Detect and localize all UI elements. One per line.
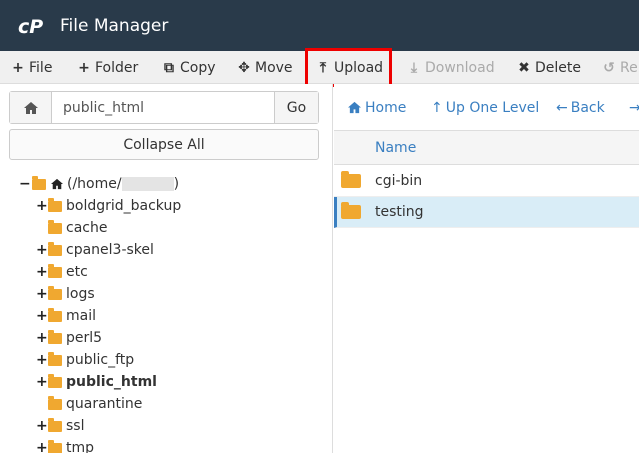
level-up-icon: ↑ bbox=[431, 99, 443, 116]
restore-button[interactable]: ↺ Re bbox=[602, 51, 638, 84]
copy-button[interactable]: ⧉ Copy bbox=[162, 51, 216, 84]
up-one-level-button[interactable]: ↑ Up One Level bbox=[431, 84, 539, 131]
expand-icon[interactable]: + bbox=[36, 286, 48, 302]
tree-root[interactable]: − (/home/ ) bbox=[19, 173, 179, 195]
home-icon bbox=[23, 101, 38, 114]
expand-icon[interactable]: + bbox=[36, 264, 48, 280]
expand-icon[interactable]: + bbox=[36, 374, 48, 390]
collapse-all-button[interactable]: Collapse All bbox=[9, 129, 319, 160]
move-icon: ✥ bbox=[238, 59, 250, 76]
cpanel-logo-icon: cP bbox=[18, 15, 50, 37]
tree-item[interactable]: + public_html bbox=[36, 371, 157, 393]
file-name: testing bbox=[375, 204, 424, 220]
file-name: cgi-bin bbox=[375, 173, 423, 189]
arrow-right-icon: → bbox=[629, 99, 639, 116]
go-button[interactable]: Go bbox=[274, 92, 318, 123]
app-header: cP File Manager bbox=[0, 0, 639, 51]
tree-item-label: logs bbox=[66, 286, 95, 302]
tree-item-label: public_html bbox=[66, 374, 157, 390]
folder-open-icon bbox=[32, 175, 46, 190]
directory-tree-panel: Go Collapse All − (/home/ ) + boldgrid_ba… bbox=[0, 84, 333, 453]
back-button[interactable]: ← Back bbox=[556, 84, 605, 131]
tree-root-label-suffix: ) bbox=[173, 176, 180, 192]
app-title: File Manager bbox=[60, 15, 169, 36]
download-button[interactable]: ⤓ Download bbox=[407, 51, 495, 84]
folder-icon bbox=[48, 329, 62, 344]
svg-text:cP: cP bbox=[18, 16, 43, 36]
close-icon: ✖ bbox=[518, 59, 530, 76]
plus-icon: + bbox=[78, 59, 90, 76]
tree-root-label: (/home/ bbox=[67, 176, 122, 192]
new-folder-button[interactable]: + Folder bbox=[77, 51, 138, 84]
folder-icon bbox=[341, 202, 361, 219]
copy-icon: ⧉ bbox=[164, 59, 174, 76]
folder-icon bbox=[48, 197, 62, 212]
name-column-header[interactable]: Name bbox=[334, 131, 639, 165]
path-input[interactable] bbox=[52, 92, 274, 123]
tree-item-label: etc bbox=[66, 264, 88, 280]
tree-item-label: tmp bbox=[66, 440, 95, 453]
tree-item-label: cache bbox=[66, 220, 108, 236]
folder-icon bbox=[48, 307, 62, 322]
upload-button[interactable]: ⤒ Upload bbox=[305, 48, 392, 87]
toolbar: + File + Folder ⧉ Copy ✥ Move ⤒ Upload ⤓ Downl… bbox=[0, 48, 639, 87]
home-nav-button[interactable]: Home bbox=[347, 84, 406, 131]
folder-icon bbox=[48, 285, 62, 300]
folder-icon bbox=[341, 171, 361, 188]
tree-item[interactable]: cache bbox=[48, 217, 107, 239]
tree-item-label: cpanel3-skel bbox=[66, 242, 154, 258]
delete-button[interactable]: ✖ Delete bbox=[517, 51, 581, 84]
expand-icon[interactable]: + bbox=[36, 418, 48, 434]
move-button[interactable]: ✥ Move bbox=[237, 51, 292, 84]
forward-button[interactable]: → bbox=[629, 84, 639, 131]
file-row[interactable]: testing bbox=[334, 197, 639, 228]
folder-icon bbox=[48, 439, 62, 453]
file-row[interactable]: cgi-bin bbox=[334, 166, 639, 197]
folder-icon bbox=[48, 263, 62, 278]
collapse-icon[interactable]: − bbox=[19, 176, 31, 192]
tree-item[interactable]: + mail bbox=[36, 305, 96, 327]
folder-icon bbox=[48, 373, 62, 388]
tree-item-label: mail bbox=[66, 308, 96, 324]
tree-item-label: boldgrid_backup bbox=[66, 198, 182, 214]
path-home-button[interactable] bbox=[10, 92, 52, 123]
expand-icon[interactable]: + bbox=[36, 198, 48, 214]
new-file-button[interactable]: + File bbox=[11, 51, 52, 84]
expand-icon[interactable]: + bbox=[36, 242, 48, 258]
folder-icon bbox=[48, 219, 62, 234]
tree-item-label: quarantine bbox=[66, 396, 143, 412]
file-list-panel: Home ↑ Up One Level ← Back → Name cgi-bin t… bbox=[334, 84, 639, 453]
folder-icon bbox=[48, 417, 62, 432]
arrow-left-icon: ← bbox=[556, 99, 568, 116]
tree-item[interactable]: + logs bbox=[36, 283, 95, 305]
file-nav-bar: Home ↑ Up One Level ← Back → bbox=[334, 84, 639, 131]
tree-item[interactable]: + perl5 bbox=[36, 327, 102, 349]
expand-icon[interactable]: + bbox=[36, 330, 48, 346]
tree-item[interactable]: + tmp bbox=[36, 437, 94, 453]
home-icon bbox=[348, 101, 361, 114]
folder-icon bbox=[48, 395, 62, 410]
expand-icon[interactable]: + bbox=[36, 440, 48, 453]
tree-item[interactable]: + boldgrid_backup bbox=[36, 195, 181, 217]
upload-icon: ⤒ bbox=[319, 59, 327, 76]
tree-item[interactable]: + ssl bbox=[36, 415, 84, 437]
expand-icon[interactable]: + bbox=[36, 308, 48, 324]
tree-item-label: ssl bbox=[66, 418, 85, 434]
redacted-username bbox=[121, 177, 174, 191]
restore-icon: ↺ bbox=[603, 59, 615, 76]
tree-item[interactable]: + cpanel3-skel bbox=[36, 239, 154, 261]
path-bar: Go bbox=[9, 91, 319, 124]
folder-icon bbox=[48, 241, 62, 256]
tree-item[interactable]: quarantine bbox=[48, 393, 142, 415]
home-icon bbox=[51, 178, 63, 190]
tree-item-label: perl5 bbox=[66, 330, 103, 346]
expand-icon[interactable]: + bbox=[36, 352, 48, 368]
tree-item-label: public_ftp bbox=[66, 352, 135, 368]
download-icon: ⤓ bbox=[410, 59, 418, 76]
tree-item[interactable]: + public_ftp bbox=[36, 349, 134, 371]
tree-item[interactable]: + etc bbox=[36, 261, 88, 283]
folder-icon bbox=[48, 351, 62, 366]
plus-icon: + bbox=[12, 59, 24, 76]
